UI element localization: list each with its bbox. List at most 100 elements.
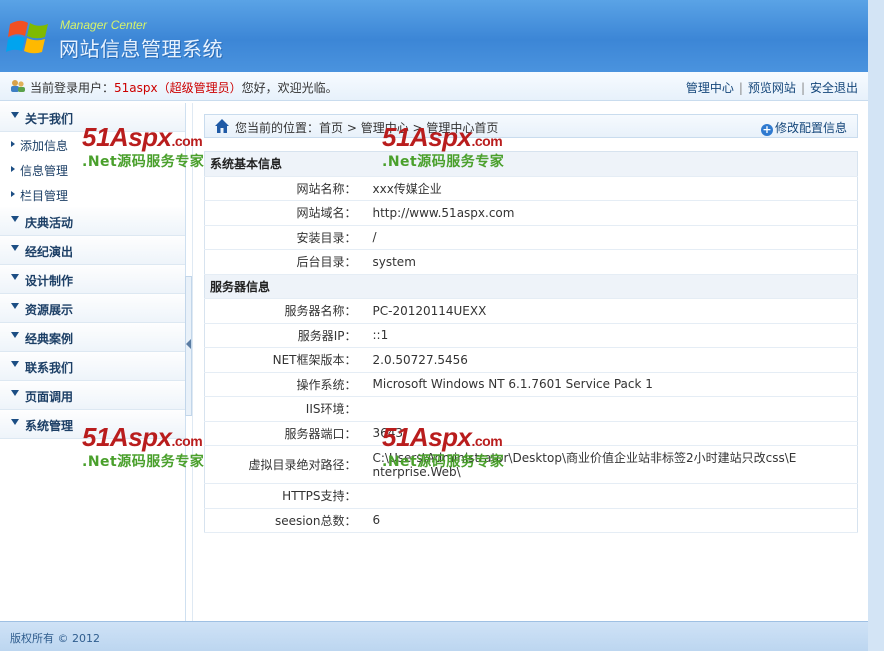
nav-admin-center[interactable]: 管理中心 [686,81,734,95]
sidebar-group-label: 设计制作 [25,274,74,288]
sidebar-group-performance[interactable]: 经纪演出 [0,236,185,265]
sidebar-group-label: 庆典活动 [25,216,74,230]
row-value [364,483,858,509]
expand-arrow-icon [11,390,19,396]
brand-english: Manager Center [60,18,147,32]
table-row: 服务器IP：::1 [204,323,858,348]
watermark-com: .com [171,433,203,449]
row-key: 后台目录： [204,249,365,275]
row-value: PC-20120114UEXX [364,298,858,324]
watermark-aspx: Aspx [409,422,472,452]
nav-separator: | [800,81,805,95]
user-bar: 当前登录用户：51aspx（超级管理员）您好，欢迎光临。 管理中心 | 预览网站 | 安… [0,72,868,101]
sidebar-group-contact[interactable]: 联系我们 [0,352,185,381]
row-key: 服务器端口： [204,421,365,446]
table-row: seesion总数： 6 [204,508,858,533]
sidebar-item-column-manage[interactable]: 栏目管理 [0,182,185,207]
sidebar-item-label: 添加信息 [20,139,69,153]
watermark-slogan: .Net源码服务专家 [382,454,505,470]
table-row: 虚拟目录绝对路径： C:\Users\Administrator\Desktop\… [204,445,858,484]
row-key: 操作系统： [204,372,365,397]
sidebar-collapse-handle[interactable] [185,276,192,416]
sidebar-group-resources[interactable]: 资源展示 [0,294,185,323]
watermark-aspx: Aspx [109,422,172,452]
sidebar-group-page-call[interactable]: 页面调用 [0,381,185,410]
sidebar-item-label: 栏目管理 [20,189,69,203]
sidebar-group-design[interactable]: 设计制作 [0,265,185,294]
table-row: 后台目录： system [204,249,858,275]
sidebar-group-label: 系统管理 [25,419,74,433]
footer: 版权所有 © 2012 [0,621,868,651]
expand-arrow-icon [11,245,19,251]
watermark-com: .com [171,133,203,149]
table-row: 操作系统： Microsoft Windows NT 6.1.7601 Servi… [204,372,858,397]
home-icon [215,119,229,133]
row-value: xxx传媒企业 [364,176,858,201]
row-key: IIS环境： [204,396,365,422]
watermark: 51Aspx.com .Net源码服务专家 [82,422,204,471]
table-row: 网站域名： http://www.51aspx.com [204,200,858,226]
watermark-slogan: .Net源码服务专家 [82,154,205,170]
breadcrumb-prefix: 您当前的位置： [235,121,320,135]
bullet-icon [11,166,15,172]
nav-logout[interactable]: 安全退出 [810,81,858,95]
watermark-num: 51 [82,422,110,452]
row-value: Microsoft Windows NT 6.1.7601 Service Pa… [364,372,858,397]
login-username: 51aspx（超级管理员） [114,81,242,95]
sidebar-group-label: 资源展示 [25,303,74,317]
modify-config-link[interactable]: + 修改配置信息 [760,119,847,136]
bullet-icon [11,191,15,197]
sidebar-group-label: 页面调用 [25,390,74,404]
row-key: 虚拟目录绝对路径： [204,445,365,484]
watermark-num: 51 [382,422,410,452]
watermark-com: .com [471,433,503,449]
sidebar-group-celebration[interactable]: 庆典活动 [0,207,185,236]
login-user-info: 当前登录用户：51aspx（超级管理员）您好，欢迎光临。 [30,79,338,96]
info-table: 系统基本信息 网站名称： xxx传媒企业 网站域名： http://www.51as… [204,151,858,533]
watermark: 51Aspx.com .Net源码服务专家 [382,122,504,171]
sidebar-group-label: 关于我们 [25,112,74,126]
row-value: / [364,225,858,250]
expand-arrow-icon [11,303,19,309]
greeting: 您好，欢迎光临。 [241,81,338,95]
collapse-arrow-icon [186,339,191,349]
row-key: seesion总数： [204,508,365,533]
breadcrumb-home[interactable]: 首页 [319,121,343,135]
table-row: NET框架版本： 2.0.50727.5456 [204,347,858,373]
table-row: 安装目录： / [204,225,858,250]
expand-arrow-icon [11,216,19,222]
watermark-num: 51 [82,122,110,152]
row-key: 服务器IP： [204,323,365,348]
watermark: 51Aspx.com .Net源码服务专家 [382,422,504,471]
section-title-basic: 系统基本信息 [204,151,858,177]
nav-preview-site[interactable]: 预览网站 [748,81,796,95]
row-key: 安装目录： [204,225,365,250]
row-key: 网站名称： [204,176,365,201]
table-row: 服务器端口： 3643 [204,421,858,446]
app-header: Manager Center 网站信息管理系统 [0,0,868,72]
table-row: IIS环境： [204,396,858,422]
row-value: 2.0.50727.5456 [364,347,858,373]
watermark-aspx: Aspx [109,122,172,152]
row-key: 网站域名： [204,200,365,226]
watermark-slogan: .Net源码服务专家 [382,154,505,170]
expand-arrow-icon [11,332,19,338]
users-icon [11,80,25,92]
row-value: ::1 [364,323,858,348]
brand-title: 网站信息管理系统 [59,37,223,61]
row-key: HTTPS支持： [204,483,365,509]
sidebar-group-label: 经纪演出 [25,245,74,259]
sidebar-group-cases[interactable]: 经典案例 [0,323,185,352]
expand-arrow-icon [11,419,19,425]
table-row: HTTPS支持： [204,483,858,509]
modify-config-label: 修改配置信息 [774,121,847,135]
nav-separator: | [738,81,743,95]
breadcrumb-sep: > [343,121,361,135]
row-value [364,396,858,422]
table-row: 服务器名称： PC-20120114UEXX [204,298,858,324]
watermark: 51Aspx.com .Net源码服务专家 [82,122,204,171]
row-value: 6 [364,508,858,533]
table-row: 网站名称： xxx传媒企业 [204,176,858,201]
section-title-server: 服务器信息 [204,274,858,299]
watermark-com: .com [471,133,503,149]
